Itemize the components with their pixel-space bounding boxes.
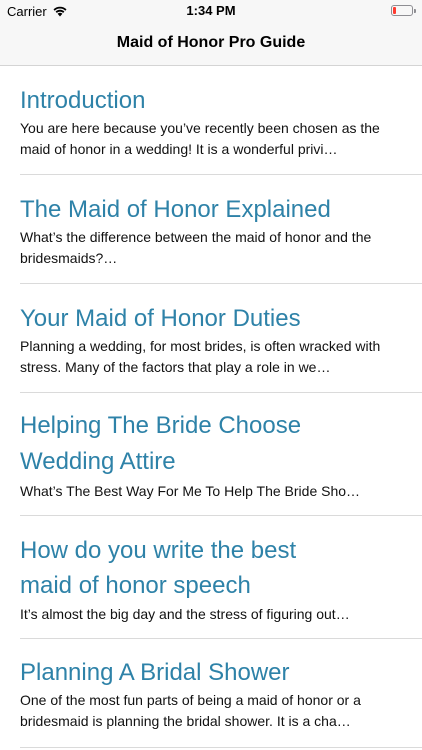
article-row-introduction[interactable]: Introduction You are here because you’ve…	[0, 66, 422, 175]
article-title-line-1: Helping The Bride Choose	[20, 412, 302, 439]
article-title-line-2: Wedding Attire	[20, 448, 176, 475]
battery-icon	[391, 5, 416, 16]
app-screen: Carrier 1:34 PM Maid of Honor Pro Guide …	[0, 0, 422, 750]
article-excerpt: It’s almost the big day and the stress o…	[20, 606, 350, 622]
article-row-maid-of-honor-explained[interactable]: The Maid of Honor Explained What’s the d…	[0, 175, 422, 284]
page-title: Maid of Honor Pro Guide	[116, 34, 306, 51]
article-row-maid-of-honor-speech[interactable]: How do you write the best maid of honor …	[0, 516, 422, 639]
status-bar: Carrier 1:34 PM	[0, 0, 422, 22]
article-excerpt: What’s the difference between the maid o…	[20, 229, 372, 266]
navigation-bar: Maid of Honor Pro Guide	[0, 22, 422, 66]
article-title-line-1: How do you write the best	[20, 537, 297, 564]
battery-cap	[414, 9, 416, 13]
article-excerpt: You are here because you’ve recently bee…	[20, 120, 380, 157]
article-title: The Maid of Honor Explained	[20, 196, 331, 223]
article-excerpt: One of the most fun parts of being a mai…	[20, 692, 361, 729]
article-row-bridal-shower[interactable]: Planning A Bridal Shower One of the most…	[0, 639, 422, 750]
article-row-maid-of-honor-duties[interactable]: Your Maid of Honor Duties Planning a wed…	[0, 284, 422, 393]
article-title: Planning A Bridal Shower	[20, 659, 290, 686]
article-title: Your Maid of Honor Duties	[20, 305, 301, 332]
article-row-wedding-attire[interactable]: Helping The Bride Choose Wedding Attire …	[0, 393, 422, 516]
battery-level	[393, 7, 396, 14]
article-title: Introduction	[20, 87, 146, 114]
article-excerpt: What’s The Best Way For Me To Help The B…	[20, 483, 361, 499]
article-title-line-2: maid of honor speech	[20, 572, 251, 599]
article-excerpt: Planning a wedding, for most brides, is …	[20, 338, 381, 375]
row-separator	[20, 747, 422, 748]
status-time: 1:34 PM	[186, 3, 236, 18]
